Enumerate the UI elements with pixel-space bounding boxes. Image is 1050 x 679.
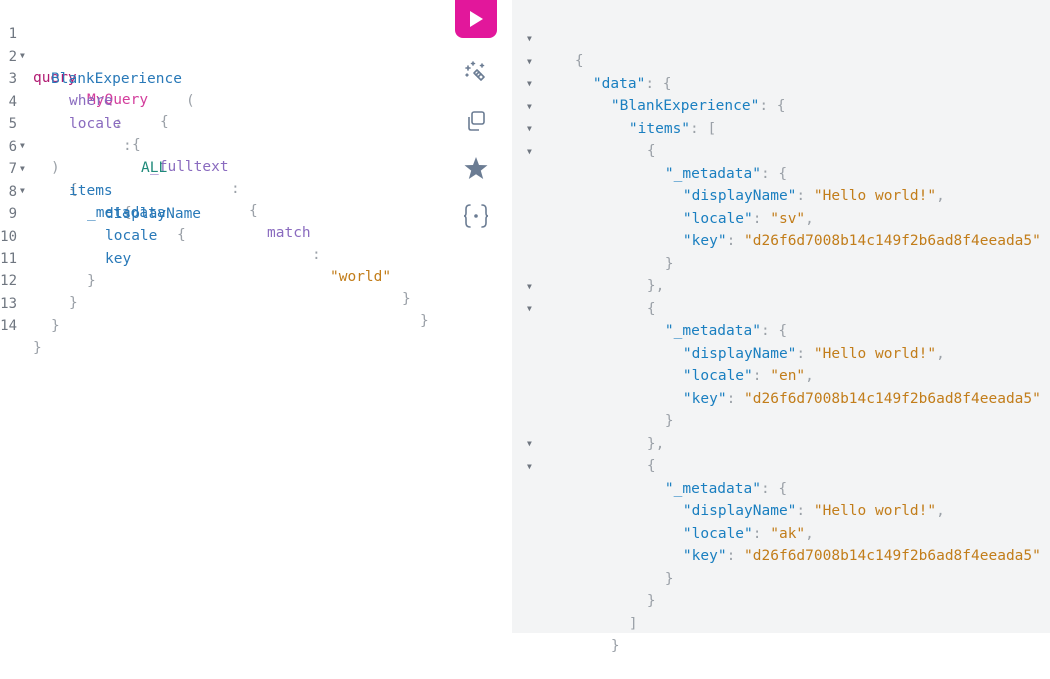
json-line: "data": {	[558, 51, 672, 92]
colon: :	[726, 548, 736, 564]
code-line-1[interactable]: 1 ▼ query MyQuery {	[0, 1, 450, 130]
json-line: "_metadata": {	[630, 456, 787, 497]
star-icon	[464, 157, 488, 179]
code-line-11[interactable]: 11 }	[0, 226, 450, 289]
fold-arrow-icon[interactable]: ▼	[527, 28, 532, 50]
brace: {	[776, 98, 786, 114]
comma: ,	[655, 278, 665, 294]
json-line: "locale": "en",	[648, 343, 814, 384]
json-string: "Hello world!"	[813, 346, 937, 362]
fold-arrow-icon[interactable]: ▼	[527, 456, 532, 478]
brace: }	[51, 318, 60, 334]
json-line: "displayName": "Hello world!",	[648, 163, 945, 204]
code-line-9[interactable]: 9 locale	[0, 181, 450, 244]
json-key: "key"	[682, 391, 727, 407]
json-string: "d26f6d7008b14c149f2b6ad8f4eeada5"	[744, 391, 1041, 407]
prettify-button[interactable]	[462, 58, 490, 86]
json-key: "key"	[682, 548, 727, 564]
json-line: "key": "d26f6d7008b14c149f2b6ad8f4eeada5…	[648, 208, 1041, 249]
fold-arrow-icon[interactable]: ▼	[527, 141, 532, 163]
comma: ,	[936, 188, 945, 204]
json-line: },	[612, 411, 664, 452]
colon: :	[690, 121, 699, 137]
json-line: {	[612, 276, 656, 317]
json-line: "items": [	[594, 96, 716, 137]
fold-arrow-icon[interactable]: ▼	[527, 73, 532, 95]
code-line-10[interactable]: 10 key	[0, 204, 450, 267]
code-line-14[interactable]: 14 }	[0, 293, 450, 356]
code-line-2[interactable]: 2 BlankExperience (	[0, 24, 450, 109]
json-line: "displayName": "Hello world!",	[648, 478, 945, 519]
json-line: "locale": "sv",	[648, 186, 814, 227]
colon: :	[726, 391, 736, 407]
json-line: ]	[594, 591, 638, 632]
json-line: }	[630, 231, 674, 272]
bracket: [	[707, 121, 717, 137]
comma: ,	[936, 346, 945, 362]
json-line: "BlankExperience": {	[576, 73, 786, 114]
results-viewer[interactable]: ▼ ▼ ▼ ▼ ▼ ▼ ▼ ▼ ▼ ▼ { "data": { "BlankEx…	[512, 0, 1050, 654]
json-string: "d26f6d7008b14c149f2b6ad8f4eeada5"	[744, 548, 1041, 564]
code-line-12[interactable]: 12 }	[0, 248, 450, 311]
json-line: "key": "d26f6d7008b14c149f2b6ad8f4eeada5…	[648, 523, 1041, 564]
query-editor[interactable]: 1 ▼ query MyQuery { 2 BlankExperience ( …	[0, 0, 512, 633]
json-line: }	[630, 546, 674, 587]
code-line-8[interactable]: 8 displayName	[0, 159, 450, 222]
fold-arrow-icon[interactable]: ▼	[527, 51, 532, 73]
json-line: {	[612, 118, 656, 159]
brace: }	[664, 413, 674, 429]
brace: }	[664, 256, 674, 272]
brace: }	[646, 593, 656, 609]
json-string: "Hello world!"	[813, 188, 937, 204]
code-line-4[interactable]: 4 locale : ALL	[0, 69, 450, 176]
json-line: "_metadata": {	[630, 141, 787, 182]
json-line: "locale": "ak",	[648, 501, 814, 542]
comma: ,	[936, 503, 945, 519]
json-line: }	[612, 568, 656, 609]
comma: ,	[655, 436, 665, 452]
play-icon	[470, 11, 483, 27]
json-line: },	[612, 253, 664, 294]
brackets-icon	[463, 204, 489, 228]
json-string: "Hello world!"	[813, 503, 937, 519]
fold-arrow-icon[interactable]: ▼	[527, 433, 532, 455]
brace: }	[33, 340, 42, 356]
json-line: "displayName": "Hello world!",	[648, 321, 945, 362]
fold-arrow-icon[interactable]: ▼	[527, 96, 532, 118]
brace: }	[664, 571, 674, 587]
magic-wand-icon	[465, 61, 485, 81]
json-line: "key": "d26f6d7008b14c149f2b6ad8f4eeada5…	[648, 366, 1041, 407]
json-line: {	[612, 433, 656, 474]
code-line-7[interactable]: 7 ▼ _metadata {	[0, 136, 450, 243]
json-line: "_metadata": {	[630, 298, 787, 339]
json-line: {	[540, 28, 584, 69]
brace: }	[610, 638, 620, 654]
run-button[interactable]	[455, 0, 497, 38]
bracket: ]	[628, 616, 638, 632]
colon: :	[759, 98, 769, 114]
colon: :	[726, 233, 736, 249]
fold-arrow-icon[interactable]: ▼	[527, 118, 532, 140]
code-line-3[interactable]: 3 where : { _fulltext : { match : "world…	[0, 46, 450, 329]
line-number: 14	[0, 318, 17, 334]
json-key: "key"	[682, 233, 727, 249]
json-line: }	[576, 613, 620, 654]
code-line-13[interactable]: 13 }	[0, 271, 450, 334]
json-line: }	[630, 388, 674, 429]
code-line-6[interactable]: 6 ▼ items {	[0, 114, 450, 221]
code-line-5[interactable]: 5 ▼ ) {	[0, 91, 450, 198]
merge-button[interactable]	[462, 154, 490, 182]
json-string: "d26f6d7008b14c149f2b6ad8f4eeada5"	[744, 233, 1041, 249]
copy-button[interactable]	[462, 107, 490, 135]
copy-icon	[468, 111, 485, 131]
fold-arrow-icon[interactable]: ▼	[527, 276, 532, 298]
fragment-button[interactable]	[462, 202, 490, 230]
fold-arrow-icon[interactable]: ▼	[527, 298, 532, 320]
